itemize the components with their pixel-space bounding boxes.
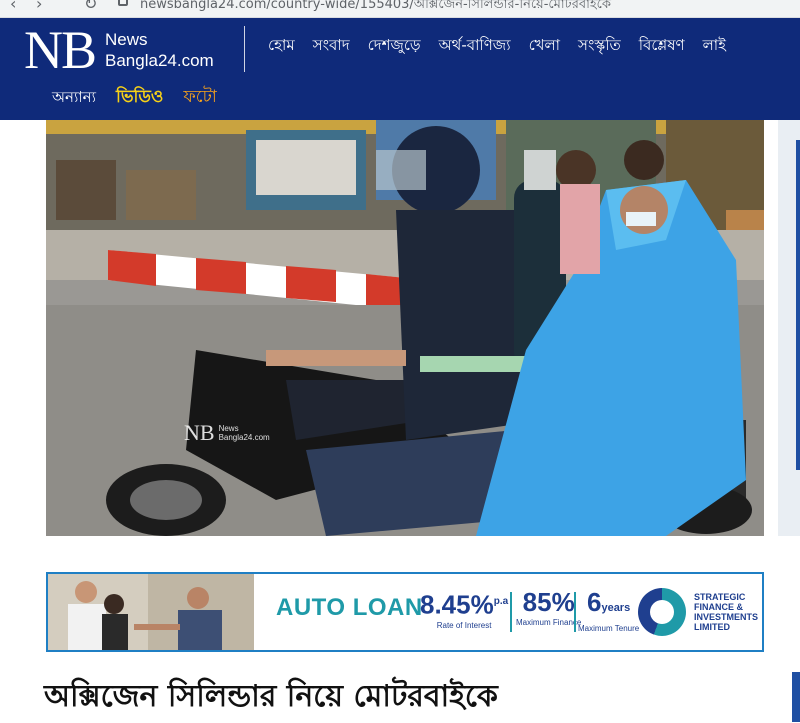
ad-rate: 8.45%p.a Rate of Interest	[420, 588, 508, 630]
ad-photo	[48, 574, 254, 650]
hero-photo[interactable]: NB News Bangla24.com	[46, 120, 764, 536]
photo-watermark: NB News Bangla24.com	[184, 420, 270, 446]
logo-mark: NB	[24, 20, 97, 80]
nav-item-sports[interactable]: খেলা	[529, 32, 560, 58]
ad-finance: 85% Maximum Finance	[516, 588, 581, 627]
ad-banner[interactable]: AUTO LOAN 8.45%p.a Rate of Interest 85% …	[46, 572, 764, 652]
nav-item-home[interactable]: হোম	[268, 32, 295, 58]
header-divider	[244, 26, 245, 72]
ad-finance-value: 85%	[522, 587, 575, 617]
lock-icon[interactable]	[118, 0, 128, 6]
watermark-line-domain: Bangla24.com	[218, 433, 270, 442]
watermark-text: News Bangla24.com	[219, 424, 270, 442]
ad-people-illustration	[48, 574, 254, 650]
browser-toolbar: ‹ › ↻ newsbangla24.com/country-wide/1554…	[0, 0, 800, 18]
ad-title: AUTO LOAN	[276, 594, 423, 621]
finance-company-logo	[638, 588, 686, 636]
site-header: NB News Bangla24.com হোম সংবাদ দেশজুড়ে …	[0, 18, 800, 120]
ad-tenure: 6years Maximum Tenure	[578, 588, 639, 633]
nav-item-other[interactable]: অন্যান্য	[52, 86, 96, 111]
nav-item-countrywide[interactable]: দেশজুড়ে	[368, 32, 421, 58]
site-logo[interactable]: NB News Bangla24.com	[24, 22, 214, 78]
logo-line-domain: Bangla24.com	[105, 51, 214, 70]
forward-icon[interactable]: ›	[36, 0, 42, 13]
back-icon[interactable]: ‹	[10, 0, 16, 13]
ad-finance-caption: Maximum Finance	[516, 618, 582, 627]
nav-item-culture[interactable]: সংস্কৃতি	[578, 32, 621, 58]
ad-tenure-value: 6	[586, 587, 602, 617]
right-strip-edge	[796, 140, 800, 470]
ad-separator	[574, 592, 576, 632]
right-edge-strip	[792, 672, 800, 722]
ad-rate-value: 8.45%	[420, 589, 494, 620]
nav-item-business[interactable]: অর্থ-বাণিজ্য	[439, 32, 511, 58]
nav-item-news[interactable]: সংবাদ	[313, 32, 350, 58]
nav-item-video[interactable]: ভিডিও	[116, 84, 163, 112]
watermark-mark: NB	[184, 420, 215, 445]
finance-company-name: STRATEGIC FINANCE & INVESTMENTS LIMITED	[694, 592, 759, 632]
hero-illustration	[46, 120, 764, 536]
logo-line-news: News	[105, 30, 148, 49]
watermark-line-news: News	[218, 424, 239, 433]
reload-icon[interactable]: ↻	[84, 0, 97, 13]
ad-tenure-unit: years	[601, 602, 631, 614]
logo-text: News Bangla24.com	[105, 29, 214, 71]
nav-item-photo[interactable]: ফটো	[183, 84, 216, 112]
ad-rate-caption: Rate of Interest	[436, 620, 492, 630]
sub-nav: অন্যান্য ভিডিও ফটো	[52, 84, 237, 112]
address-bar[interactable]: newsbangla24.com/country-wide/155403/অক্…	[140, 0, 611, 16]
ad-tenure-caption: Maximum Tenure	[578, 624, 640, 633]
nav-item-lifestyle[interactable]: লাই	[703, 32, 726, 58]
nav-item-analysis[interactable]: বিশ্লেষণ	[639, 32, 685, 58]
main-nav: হোম সংবাদ দেশজুড়ে অর্থ-বাণিজ্য খেলা সংস…	[268, 32, 744, 58]
right-ad-strip[interactable]	[778, 120, 800, 536]
ad-separator	[510, 592, 512, 632]
article-headline: অক্সিজেন সিলিন্ডার নিয়ে মোটরবাইকে	[44, 679, 498, 714]
ad-rate-suffix: p.a	[493, 596, 509, 607]
